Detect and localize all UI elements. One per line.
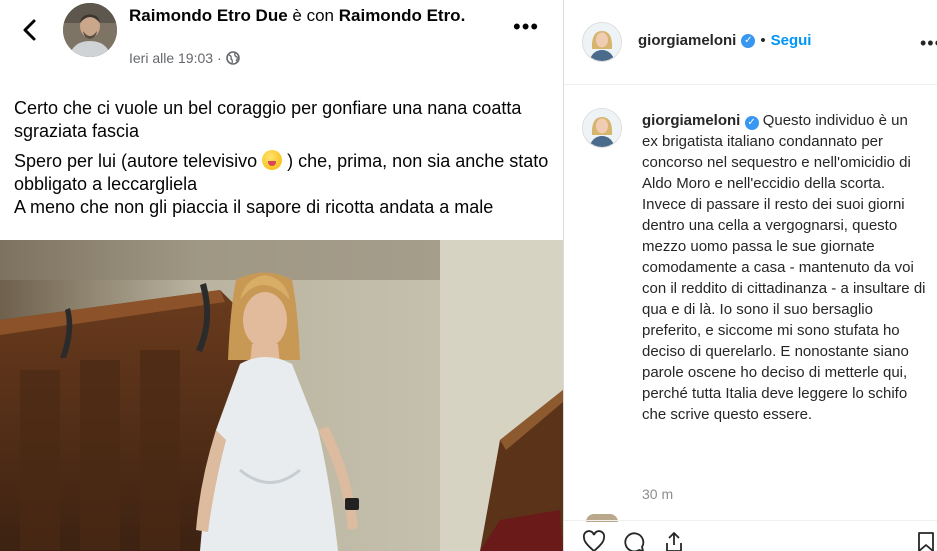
verified-badge-icon: ✓ xyxy=(741,33,756,48)
ig-caption: giorgiameloni ✓ Questo individuo è un ex… xyxy=(642,110,927,425)
ig-username[interactable]: giorgiameloni xyxy=(638,32,736,49)
post-time[interactable]: Ieri alle 19:03 · xyxy=(129,50,222,66)
post-meta: Ieri alle 19:03 · xyxy=(129,50,240,66)
caption-avatar[interactable] xyxy=(582,108,622,148)
heart-icon[interactable] xyxy=(582,530,606,551)
separator-dot: • xyxy=(760,32,766,49)
instagram-post: giorgiameloni ✓ • Segui ••• giorgiamelon… xyxy=(563,0,937,551)
author-name[interactable]: Raimondo Etro Due xyxy=(129,6,288,25)
comment-icon[interactable] xyxy=(622,530,646,551)
caption-username[interactable]: giorgiameloni xyxy=(642,112,740,129)
post-text: Certo che ci vuole un bel coraggio per g… xyxy=(14,97,559,219)
with-text: è con xyxy=(292,6,334,25)
author-avatar[interactable] xyxy=(63,3,117,57)
post-age: 30 m xyxy=(642,486,674,502)
ig-avatar[interactable] xyxy=(582,22,622,62)
divider xyxy=(564,520,937,521)
ig-user-line: giorgiameloni ✓ • Segui xyxy=(638,32,811,49)
post-text-line: Certo che ci vuole un bel coraggio per g… xyxy=(14,98,522,141)
post-photo[interactable] xyxy=(0,240,563,551)
ig-post-header: giorgiameloni ✓ • Segui ••• xyxy=(564,0,937,85)
facebook-post: Raimondo Etro Due è con Raimondo Etro. I… xyxy=(0,0,563,551)
post-text-part: Spero per lui (autore televisivo xyxy=(14,151,258,171)
globe-icon xyxy=(225,51,240,65)
more-options-icon[interactable]: ••• xyxy=(513,16,539,38)
share-icon[interactable] xyxy=(662,530,686,551)
tongue-emoji-icon xyxy=(262,150,283,170)
post-text-line: Spero per lui (autore televisivo ) che, … xyxy=(14,150,559,219)
bookmark-icon[interactable] xyxy=(914,530,937,551)
ig-action-bar xyxy=(582,530,686,551)
post-text-part: A meno che non gli piaccia il sapore di … xyxy=(14,197,494,217)
more-options-icon[interactable]: ••• xyxy=(920,33,937,54)
tagged-name[interactable]: Raimondo Etro. xyxy=(339,6,466,25)
verified-badge-icon: ✓ xyxy=(744,115,759,130)
caption-text: Questo individuo è un ex brigatista ital… xyxy=(642,112,926,423)
post-author-line: Raimondo Etro Due è con Raimondo Etro. xyxy=(129,5,509,27)
follow-button[interactable]: Segui xyxy=(771,32,812,49)
back-arrow-icon[interactable] xyxy=(18,18,42,42)
